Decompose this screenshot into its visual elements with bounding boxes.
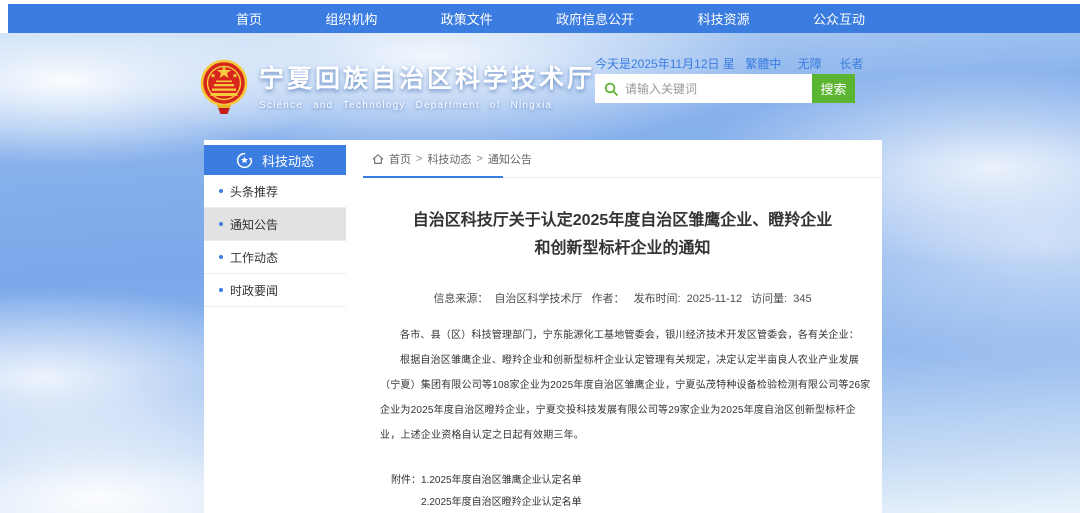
page: 首页 组织机构 政策文件 政府信息公开 科技资源 公众互动 宁夏回族自治区科学技… — [0, 0, 1080, 513]
brand-text: 宁夏回族自治区科学技术厅 Science and Technology Depa… — [259, 57, 595, 111]
sidebar-title: 科技动态 — [262, 151, 314, 170]
attachment-link-gazelle-list[interactable]: 2.2025年度自治区瞪羚企业认定名单 — [421, 492, 612, 513]
breadcrumb-tech-news[interactable]: 科技动态 — [427, 151, 471, 167]
bullet-dot-icon — [219, 222, 223, 226]
sidebar-item-label: 通知公告 — [230, 216, 278, 233]
breadcrumb: 首页 > 科技动态 > 通知公告 — [372, 151, 882, 167]
sidebar-item-current-politics[interactable]: 时政要闻 — [204, 274, 346, 307]
sidebar-item-label: 头条推荐 — [230, 183, 278, 200]
article-title: 自治区科技厅关于认定2025年度自治区雏鹰企业、瞪羚企业 和创新型标杆企业的通知 — [379, 207, 866, 263]
breadcrumb-divider — [363, 176, 882, 178]
meta-publish-label: 发布时间: — [634, 293, 681, 305]
meta-source-label: 信息来源： — [433, 293, 488, 305]
bullet-dot-icon — [219, 189, 223, 193]
nav-item-organization[interactable]: 组织机构 — [325, 9, 377, 28]
attachments-label: 附件： — [391, 470, 421, 513]
national-emblem-logo — [200, 57, 248, 115]
sidebar-item-label: 时政要闻 — [230, 282, 278, 299]
nav-item-policy-documents[interactable]: 政策文件 — [441, 9, 493, 28]
article-meta: 信息来源： 自治区科学技术厅 作者： 发布时间: 2025-11-12 访问量: 34… — [363, 290, 882, 306]
search-bar: 搜索 — [595, 74, 855, 103]
bullet-dot-icon — [219, 255, 223, 259]
sidebar-item-headlines[interactable]: 头条推荐 — [204, 175, 346, 208]
search-input[interactable] — [625, 82, 803, 96]
sidebar-item-work-updates[interactable]: 工作动态 — [204, 241, 346, 274]
sidebar: 科技动态 头条推荐 通知公告 工作动态 时政要闻 — [204, 145, 346, 307]
nav-item-tech-resources[interactable]: 科技资源 — [698, 9, 750, 28]
article-title-line1: 自治区科技厅关于认定2025年度自治区雏鹰企业、瞪羚企业 — [413, 212, 833, 229]
article-title-line2: 和创新型标杆企业的通知 — [534, 240, 710, 257]
top-nav-inner: 首页 组织机构 政策文件 政府信息公开 科技资源 公众互动 — [8, 4, 1080, 33]
tech-news-icon — [236, 152, 253, 169]
main-article-area: 首页 > 科技动态 > 通知公告 自治区科技厅关于认定2025年度自治区雏鹰企业… — [363, 140, 882, 513]
attachment-link-eagle-list[interactable]: 1.2025年度自治区雏鹰企业认定名单 — [421, 470, 612, 492]
site-title: 宁夏回族自治区科学技术厅 — [259, 59, 595, 95]
search-icon — [604, 82, 618, 96]
breadcrumb-separator: > — [476, 153, 482, 165]
attachments-section: 附件： 1.2025年度自治区雏鹰企业认定名单 2.2025年度自治区瞪羚企业认… — [391, 470, 882, 513]
search-box — [595, 74, 812, 103]
site-brand: 宁夏回族自治区科学技术厅 Science and Technology Depa… — [200, 57, 595, 115]
meta-author-label: 作者： — [592, 293, 625, 305]
breadcrumb-separator: > — [416, 153, 422, 165]
breadcrumb-current: 通知公告 — [488, 151, 532, 167]
meta-views: 345 — [793, 293, 811, 305]
nav-item-gov-info-disclosure[interactable]: 政府信息公开 — [556, 9, 634, 28]
nav-item-public-interaction[interactable]: 公众互动 — [813, 9, 865, 28]
content-wrapper: 科技动态 头条推荐 通知公告 工作动态 时政要闻 — [204, 140, 882, 513]
home-icon — [372, 153, 384, 165]
top-nav: 首页 组织机构 政策文件 政府信息公开 科技资源 公众互动 — [8, 4, 1080, 33]
meta-publish-date: 2025-11-12 — [687, 293, 742, 305]
bullet-dot-icon — [219, 288, 223, 292]
meta-views-label: 访问量: — [751, 293, 787, 305]
site-subtitle: Science and Technology Department of Nin… — [259, 100, 595, 111]
breadcrumb-accent-line — [363, 176, 503, 178]
attachments-list: 1.2025年度自治区雏鹰企业认定名单 2.2025年度自治区瞪羚企业认定名单 … — [421, 470, 612, 513]
article-body: 各市、县（区）科技管理部门，宁东能源化工基地管委会，银川经济技术开发区管委会，各… — [380, 323, 872, 448]
breadcrumb-home[interactable]: 首页 — [389, 151, 411, 167]
article-paragraph: 根据自治区雏鹰企业、瞪羚企业和创新型标杆企业认定管理有关规定，决定认定半亩良人农… — [380, 348, 872, 448]
nav-item-home[interactable]: 首页 — [236, 9, 262, 28]
meta-source: 自治区科学技术厅 — [494, 293, 582, 305]
article-paragraph: 各市、县（区）科技管理部门，宁东能源化工基地管委会，银川经济技术开发区管委会，各… — [380, 323, 872, 348]
sidebar-item-label: 工作动态 — [230, 249, 278, 266]
search-button[interactable]: 搜索 — [812, 74, 855, 103]
sidebar-header: 科技动态 — [204, 145, 346, 175]
sidebar-item-notices[interactable]: 通知公告 — [204, 208, 346, 241]
